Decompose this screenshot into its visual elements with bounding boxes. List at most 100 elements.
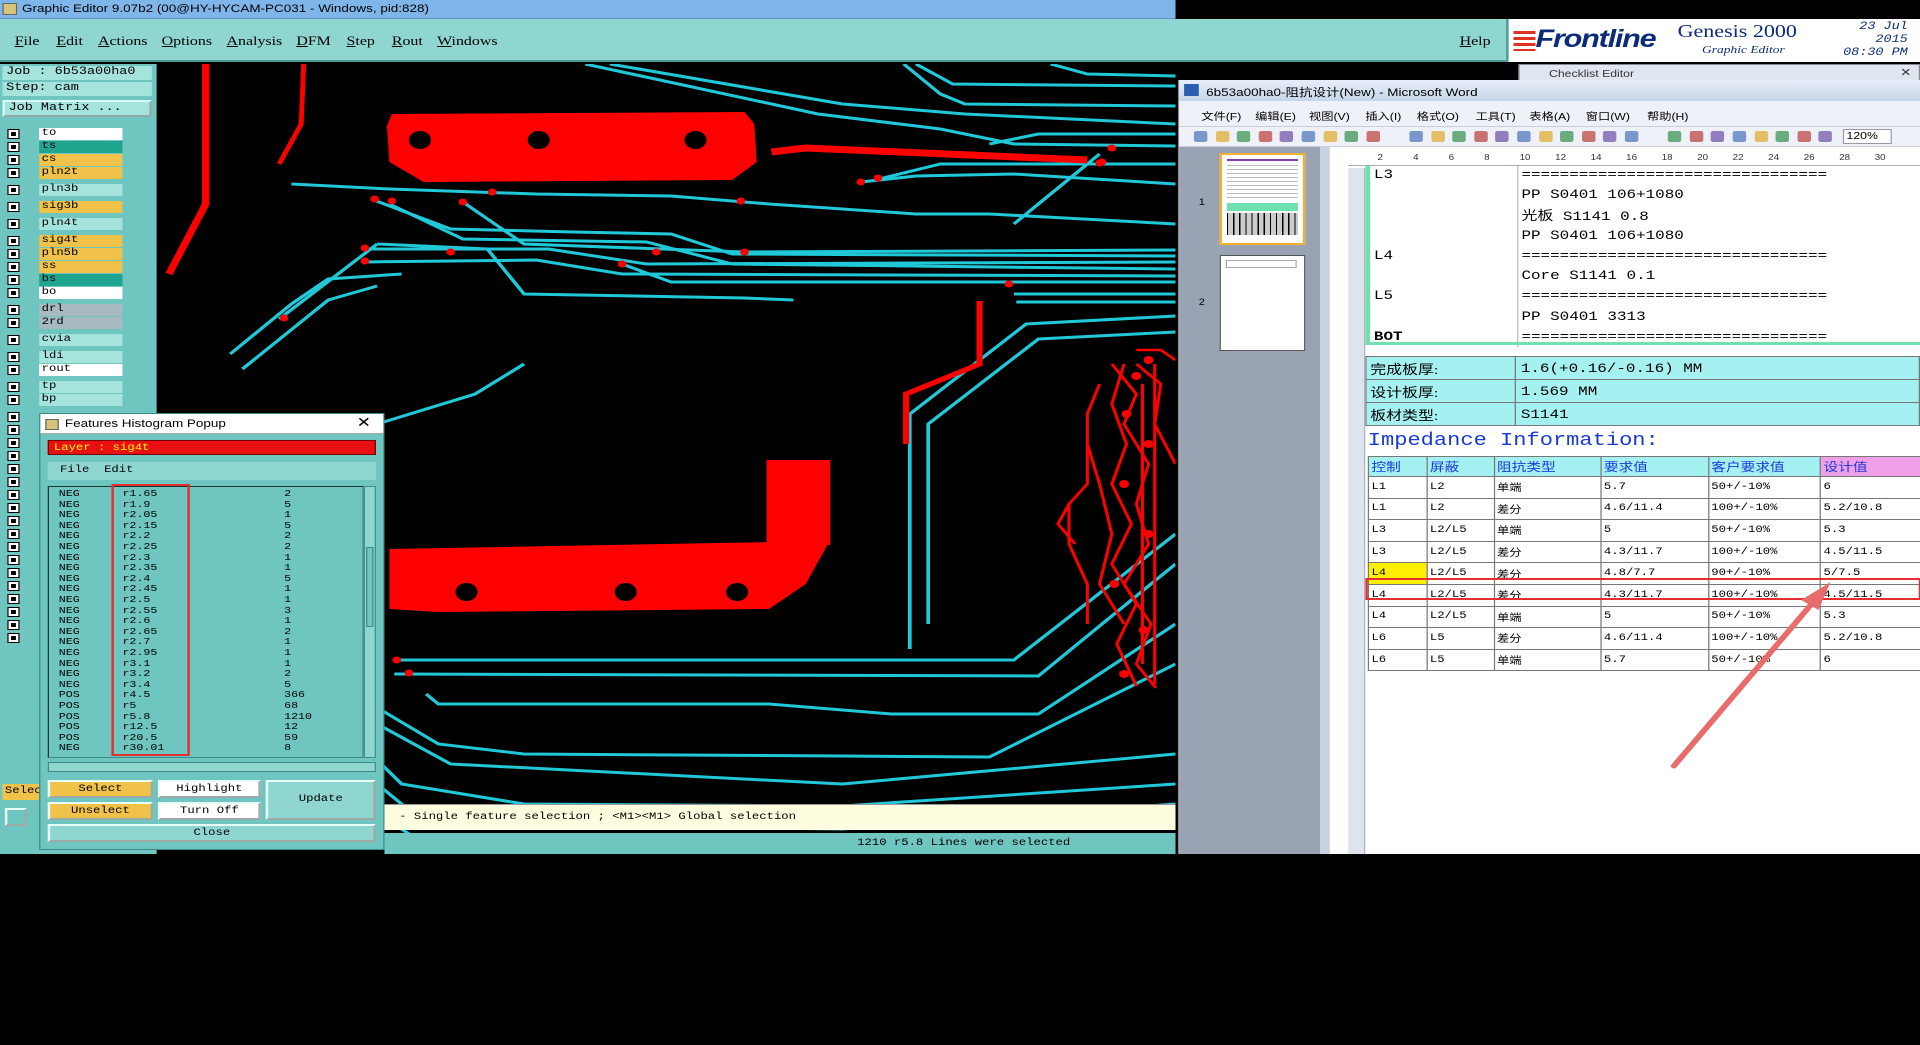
histogram-row[interactable]: NEG r2.25 2 (59, 541, 353, 553)
histogram-row[interactable]: NEG r2.05 1 (59, 510, 353, 521)
menu-windows[interactable]: Windows (437, 33, 497, 49)
select-stub[interactable]: Selec (2, 784, 42, 800)
layer-row[interactable]: pln4t (7, 218, 149, 230)
word-menu-help[interactable]: 帮助(H) (1647, 108, 1688, 123)
histogram-row[interactable]: NEG r3.1 1 (59, 658, 353, 670)
histogram-row[interactable]: NEG r2.65 2 (59, 626, 353, 638)
layer-name[interactable]: pln3b (39, 184, 123, 196)
layer-name[interactable]: tp (39, 381, 123, 393)
toolbar-button-icon[interactable] (1560, 131, 1574, 142)
histogram-row[interactable]: NEG r2.4 5 (59, 573, 353, 585)
layer-row[interactable]: sig4t (7, 235, 149, 247)
layer-checkbox[interactable] (7, 568, 20, 578)
layer-row[interactable]: cvia (7, 334, 149, 346)
toolbar-button-icon[interactable] (1538, 131, 1553, 142)
toolbar-button-icon[interactable] (1667, 131, 1682, 142)
layer-checkbox[interactable] (7, 529, 20, 539)
layer-row[interactable]: bs (7, 274, 149, 286)
histogram-row[interactable]: NEG r2.15 5 (59, 520, 353, 532)
layer-checkbox[interactable] (7, 365, 20, 375)
toolbar-button-icon[interactable] (1818, 131, 1833, 142)
layer-checkbox[interactable] (7, 581, 20, 591)
histogram-row[interactable]: NEG r2.3 1 (59, 552, 353, 564)
layer-name[interactable]: ss (39, 261, 123, 273)
layer-row[interactable]: ss (7, 261, 149, 273)
layer-row[interactable]: bo (7, 287, 149, 299)
histogram-row[interactable]: POS r5.8 1210 (59, 711, 353, 723)
layer-name[interactable]: pln4t (39, 218, 123, 230)
histogram-menu-edit[interactable]: Edit (104, 462, 133, 480)
layer-name[interactable]: cvia (39, 334, 123, 346)
toolbar-button-icon[interactable] (1732, 131, 1747, 142)
scroll-thumb[interactable] (366, 547, 374, 627)
layer-checkbox[interactable] (7, 142, 20, 152)
histogram-row[interactable]: NEG r2.45 1 (59, 584, 353, 595)
toolbar-button-icon[interactable] (1711, 131, 1725, 142)
word-menu-view[interactable]: 视图(V) (1309, 108, 1350, 123)
close-icon[interactable]: ✕ (357, 414, 371, 431)
unselect-button[interactable]: Unselect (47, 802, 154, 820)
layer-checkbox[interactable] (7, 185, 20, 195)
toolbar-button-icon[interactable] (1215, 131, 1229, 142)
word-title-bar[interactable]: 6b53a00ha0-阻抗设计(New) - Microsoft Word (1179, 80, 1920, 101)
layer-checkbox[interactable] (7, 219, 20, 229)
menu-actions[interactable]: Actions (98, 33, 148, 49)
layer-row[interactable]: rout (7, 364, 149, 376)
layer-checkbox[interactable] (7, 168, 20, 178)
layer-checkbox[interactable] (7, 275, 20, 285)
layer-name[interactable]: drl (39, 304, 123, 316)
toolbar-button-icon[interactable] (1775, 131, 1790, 142)
menu-file[interactable]: File (15, 33, 40, 49)
menu-edit[interactable]: Edit (56, 33, 83, 49)
layer-row[interactable]: pln5b (7, 248, 149, 260)
menu-step[interactable]: Step (347, 33, 375, 49)
layer-row[interactable]: sig3b (7, 201, 149, 213)
select-button[interactable]: Select (47, 780, 154, 798)
toolbar-button-icon[interactable] (1603, 131, 1617, 142)
histogram-row[interactable]: POS r20.5 59 (59, 732, 353, 744)
toolbar-button-icon[interactable] (1689, 131, 1704, 142)
toolbar-button-icon[interactable] (1754, 131, 1768, 142)
menu-dfm[interactable]: DFM (296, 33, 331, 49)
histogram-row[interactable]: NEG r2.95 1 (59, 647, 353, 659)
layer-row[interactable]: cs (7, 154, 149, 166)
job-matrix-button[interactable]: Job Matrix ... (2, 100, 152, 117)
layer-checkbox[interactable] (7, 335, 20, 345)
layer-checkbox[interactable] (7, 129, 20, 139)
layer-checkbox[interactable] (7, 620, 20, 630)
layer-name[interactable]: sig4t (39, 235, 123, 247)
layer-checkbox[interactable] (7, 318, 20, 328)
word-menu-window[interactable]: 窗口(W) (1586, 108, 1630, 123)
toolbar-button-icon[interactable] (1581, 131, 1596, 142)
pane-splitter[interactable] (1320, 147, 1330, 854)
histogram-row[interactable]: NEG r2.35 1 (59, 563, 353, 574)
toolbar-button-icon[interactable] (1366, 131, 1380, 142)
layer-checkbox[interactable] (7, 236, 20, 246)
checklist-editor-bar[interactable]: Checklist Editor ✕ (1518, 64, 1920, 81)
layer-checkbox[interactable] (7, 555, 20, 565)
toolbar-button-icon[interactable] (1624, 131, 1639, 142)
layer-checkbox[interactable] (7, 425, 20, 435)
layer-name[interactable]: bp (39, 394, 123, 406)
layer-row[interactable]: bp (7, 394, 149, 406)
histogram-row[interactable]: POS r4.5 366 (59, 690, 353, 701)
layer-name[interactable]: pln5b (39, 248, 123, 260)
layer-name[interactable]: pln2t (39, 167, 123, 179)
highlight-button[interactable]: Highlight (157, 780, 261, 798)
toolbar-button-icon[interactable] (1193, 131, 1208, 142)
word-menu-tools[interactable]: 工具(T) (1476, 108, 1516, 123)
toolbar-button-icon[interactable] (1430, 131, 1445, 142)
toolbar-button-icon[interactable] (1797, 131, 1811, 142)
page-thumbnail-1[interactable] (1219, 153, 1306, 245)
word-menu-table[interactable]: 表格(A) (1529, 108, 1570, 123)
histogram-row[interactable]: NEG r1.9 5 (59, 499, 353, 511)
histogram-row[interactable]: NEG r30.01 8 (59, 743, 353, 754)
menu-rout[interactable]: Rout (392, 33, 423, 49)
close-button[interactable]: Close (47, 824, 376, 842)
layer-checkbox[interactable] (7, 490, 20, 500)
horizontal-scrollbar[interactable] (47, 762, 376, 772)
toolbar-button-icon[interactable] (1409, 131, 1423, 142)
layer-checkbox[interactable] (7, 202, 20, 212)
layer-checkbox[interactable] (7, 516, 20, 526)
layer-checkbox[interactable] (7, 305, 20, 315)
